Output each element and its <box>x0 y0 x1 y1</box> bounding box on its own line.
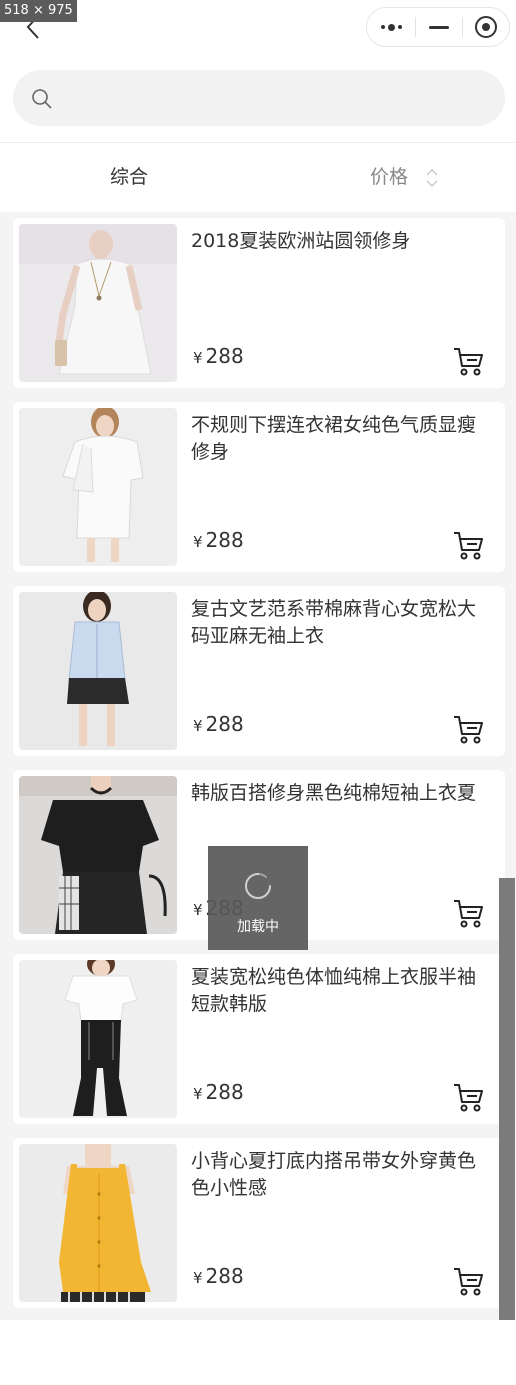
more-button[interactable] <box>367 8 415 46</box>
minimize-icon <box>429 25 449 29</box>
product-image <box>19 960 177 1118</box>
product-price: ¥288 <box>193 344 244 368</box>
product-card[interactable]: 2018夏装欧洲站圆领修身 ¥288 <box>13 218 505 388</box>
product-card[interactable]: 夏装宽松纯色体恤纯棉上衣服半袖短款韩版 ¥288 <box>13 954 505 1124</box>
screenshot-size-badge: 518 × 975 <box>0 0 77 22</box>
product-price: ¥288 <box>193 712 244 736</box>
product-title: 韩版百搭修身黑色纯棉短袖上衣夏 <box>191 782 477 804</box>
product-title: 复古文艺范系带棉麻背心女宽松大码亚麻无袖上衣 <box>191 598 477 647</box>
close-miniprogram-button[interactable] <box>462 8 510 46</box>
product-image <box>19 776 177 934</box>
cart-icon[interactable] <box>453 346 485 378</box>
product-title: 2018夏装欧洲站圆领修身 <box>191 230 411 252</box>
product-image <box>19 408 177 566</box>
product-title: 不规则下摆连衣裙女纯色气质显瘦修身 <box>191 414 477 463</box>
search-input[interactable] <box>65 70 485 126</box>
product-image <box>19 1144 177 1302</box>
cart-icon[interactable] <box>453 1082 485 1114</box>
cart-icon[interactable] <box>453 530 485 562</box>
loading-text: 加载中 <box>237 919 279 935</box>
product-card[interactable]: 复古文艺范系带棉麻背心女宽松大码亚麻无袖上衣 ¥288 <box>13 586 505 756</box>
loading-toast: 加载中 <box>208 846 308 950</box>
product-image <box>19 224 177 382</box>
product-card[interactable]: 小背心夏打底内搭吊带女外穿黄色色小性感 ¥288 <box>13 1138 505 1308</box>
tab-price[interactable]: 价格 <box>370 143 408 213</box>
minimize-button[interactable] <box>415 8 463 46</box>
target-icon <box>475 16 497 38</box>
product-price: ¥288 <box>193 1264 244 1288</box>
product-list: 2018夏装欧洲站圆领修身 ¥288 不规则下摆连衣裙女纯色气质显瘦修身 ¥28… <box>0 212 516 1320</box>
filter-bar: 综合 价格 <box>0 142 516 212</box>
mini-program-capsule <box>366 7 510 47</box>
more-dots-icon <box>380 23 402 31</box>
cart-icon[interactable] <box>453 1266 485 1298</box>
navigation-bar <box>0 0 516 56</box>
scrollbar[interactable] <box>499 878 515 1320</box>
product-price: ¥288 <box>193 528 244 552</box>
search-bar[interactable] <box>13 70 505 126</box>
product-title: 小背心夏打底内搭吊带女外穿黄色色小性感 <box>191 1150 477 1199</box>
search-icon <box>32 89 52 109</box>
cart-icon[interactable] <box>453 714 485 746</box>
cart-icon[interactable] <box>453 898 485 930</box>
product-title: 夏装宽松纯色体恤纯棉上衣服半袖短款韩版 <box>191 966 477 1015</box>
tab-comprehensive[interactable]: 综合 <box>110 143 148 213</box>
sort-icon[interactable] <box>424 167 440 189</box>
product-card[interactable]: 不规则下摆连衣裙女纯色气质显瘦修身 ¥288 <box>13 402 505 572</box>
product-image <box>19 592 177 750</box>
product-price: ¥288 <box>193 1080 244 1104</box>
spinner-icon <box>245 872 271 899</box>
